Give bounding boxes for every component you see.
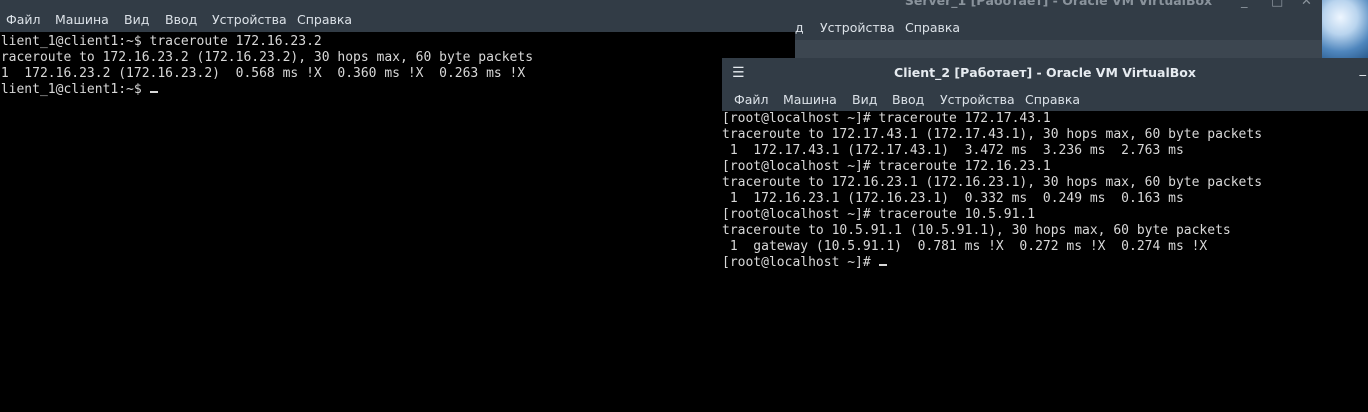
server1-menubar: д Устройства Справка [795,16,1322,40]
client2-window-title: Client_2 [Работает] - Oracle VM VirtualB… [894,65,1196,80]
client2-menu-devices[interactable]: Устройства [940,92,1015,107]
terminal-line: traceroute to 10.5.91.1 (10.5.91.1), 30 … [722,223,1231,238]
client2-menu-file[interactable]: Файл [734,92,769,107]
terminal-line: traceroute to 172.16.23.2 (172.16.23.2),… [0,50,534,65]
client1-menu-help[interactable]: Справка [297,12,352,27]
server1-body [795,40,1322,60]
terminal-line: 1 172.17.43.1 (172.17.43.1) 3.472 ms 3.2… [722,143,1184,158]
client2-menu-machine[interactable]: Машина [783,92,837,107]
server1-menu-help[interactable]: Справка [905,20,960,35]
client1-menubar: Файл Машина Вид Ввод Устройства Справка [0,8,800,32]
server1-window: Server_1 [Работает] - Oracle VM VirtualB… [795,0,1322,60]
terminal-cursor [149,91,158,93]
desktop-wallpaper [1322,0,1368,58]
terminal-prompt: client_1@client1:~$ [0,82,150,97]
terminal-line: [root@localhost ~]# traceroute 172.17.43… [722,111,1051,126]
terminal-line: [root@localhost ~]# traceroute 10.5.91.1 [722,207,1036,222]
client1-menu-devices[interactable]: Устройства [212,12,287,27]
terminal-line: traceroute to 172.16.23.1 (172.16.23.1),… [722,175,1263,190]
client1-menu-input[interactable]: Ввод [165,12,197,27]
terminal-prompt: [root@localhost ~]# [722,255,879,270]
server1-menu-input[interactable]: д [795,20,804,35]
client1-terminal[interactable]: client_1@client1:~$ traceroute 172.16.23… [0,32,800,412]
terminal-line: 1 172.16.23.1 (172.16.23.1) 0.332 ms 0.2… [722,191,1184,206]
client2-window: ☰ Client_2 [Работает] - Oracle VM Virtua… [722,58,1368,412]
terminal-line: 1 gateway (10.5.91.1) 0.781 ms !X 0.272 … [722,239,1208,254]
client2-menu-input[interactable]: Ввод [892,92,924,107]
client1-menu-view[interactable]: Вид [124,12,149,27]
client2-titlebar[interactable]: ☰ Client_2 [Работает] - Oracle VM Virtua… [722,58,1368,88]
terminal-line: traceroute to 172.17.43.1 (172.17.43.1),… [722,127,1263,142]
client1-menu-machine[interactable]: Машина [55,12,109,27]
terminal-line: 1 172.16.23.2 (172.16.23.2) 0.568 ms !X … [0,66,526,81]
client1-window: Файл Машина Вид Ввод Устройства Справка … [0,0,800,412]
terminal-line: client_1@client1:~$ traceroute 172.16.23… [0,34,322,49]
client2-menubar: Файл Машина Вид Ввод Устройства Справка [722,88,1368,111]
client2-menu-view[interactable]: Вид [852,92,877,107]
server1-menu-devices[interactable]: Устройства [820,20,895,35]
client1-titlebar [0,0,800,8]
client2-menu-help[interactable]: Справка [1025,92,1080,107]
client1-menu-file[interactable]: Файл [6,12,41,27]
client2-terminal[interactable]: [root@localhost ~]# traceroute 172.17.43… [722,111,1368,412]
terminal-line: [root@localhost ~]# traceroute 172.16.23… [722,159,1051,174]
maximize-icon[interactable]: □ [1271,0,1283,9]
terminal-cursor [878,264,887,266]
minimize-icon[interactable]: _ [1241,0,1248,9]
minimize-icon[interactable]: _ [1360,62,1367,77]
close-icon[interactable]: ✕ [1301,0,1312,9]
